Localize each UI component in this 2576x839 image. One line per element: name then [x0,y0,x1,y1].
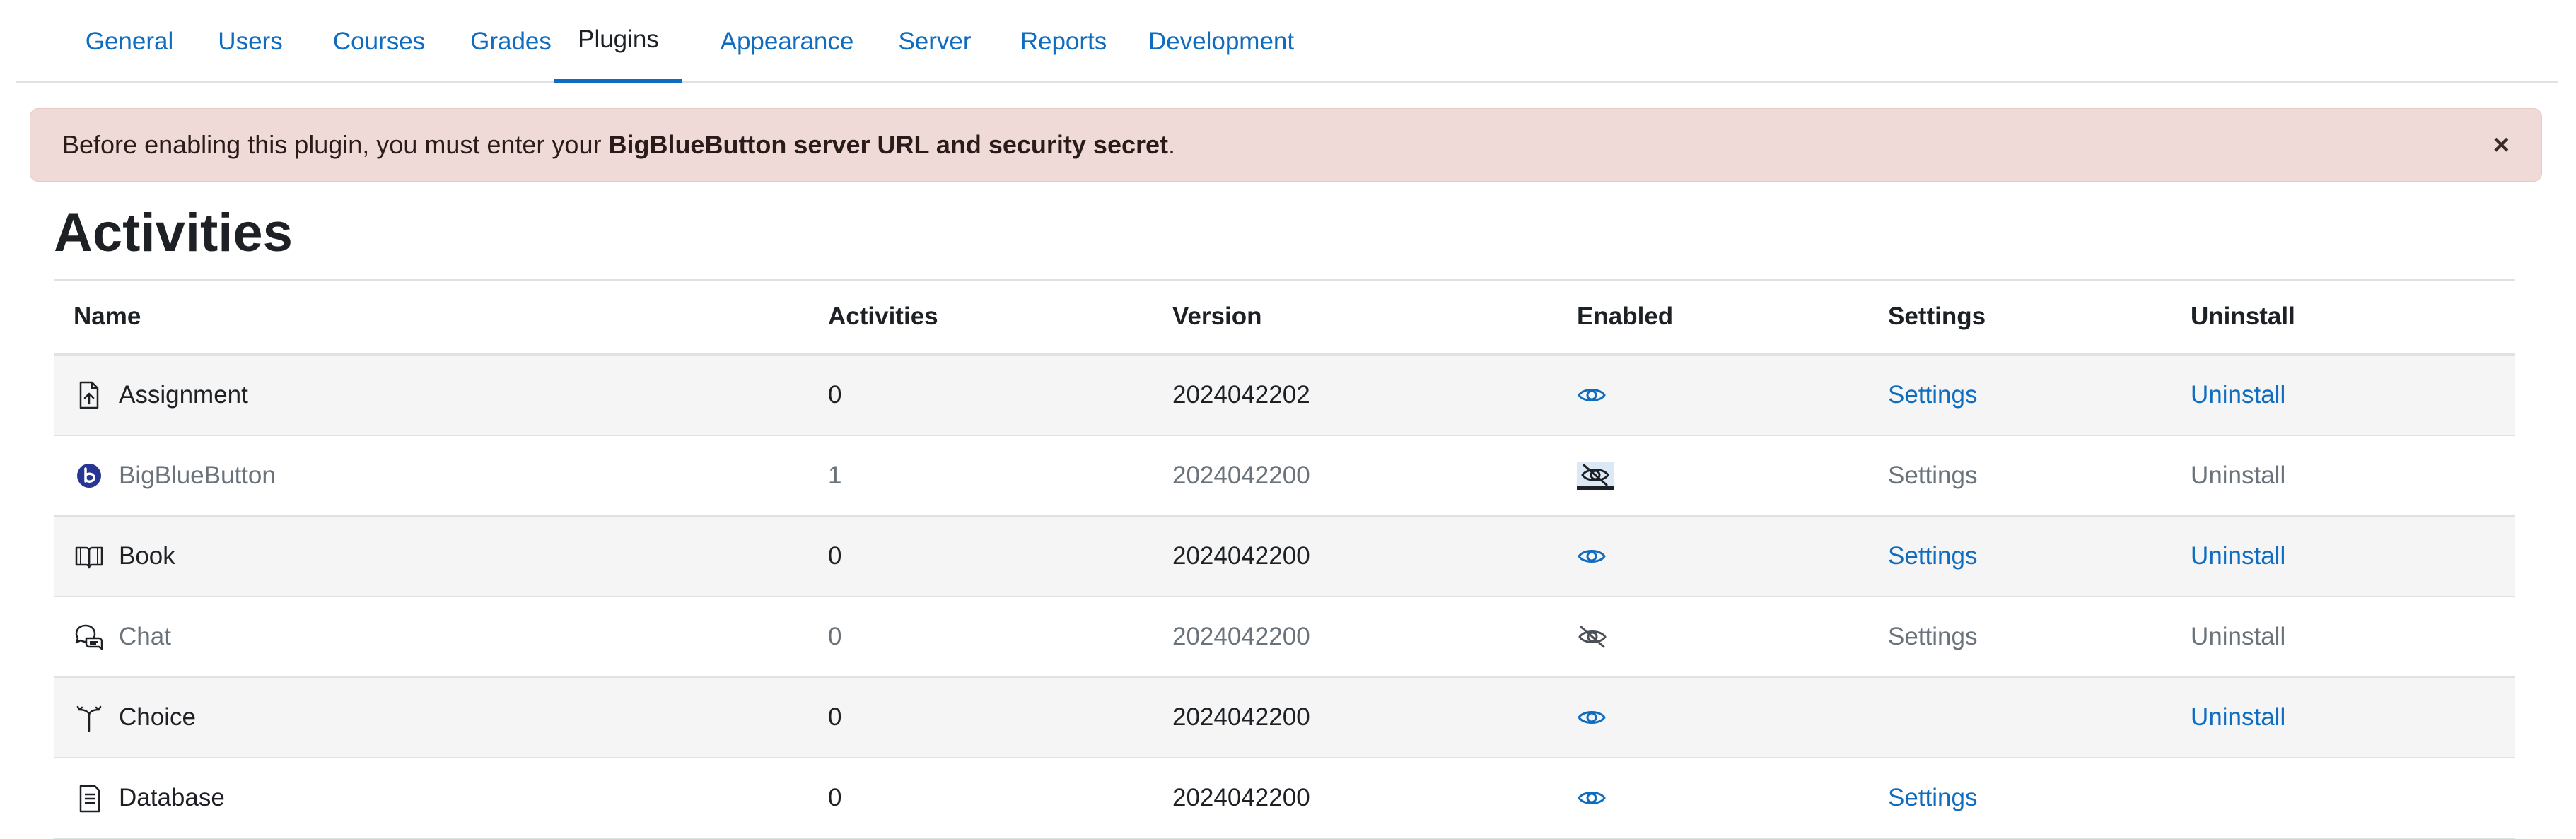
settings-link[interactable]: Settings [1888,356,1977,435]
tab-users[interactable]: Users [211,0,290,83]
plugin-name: Book [119,542,175,570]
admin-plugins-page: General Users Courses Grades Plugins App… [0,0,2576,839]
uninstall-link[interactable]: Uninstall [2191,356,2285,435]
uninstall-link[interactable]: Uninstall [2191,436,2285,515]
tab-grades[interactable]: Grades [456,0,566,83]
header-enabled: Enabled [1577,303,1674,330]
table-header: Name Activities Version Enabled Settings… [54,281,2515,356]
assignment-icon [74,380,105,411]
settings-link[interactable]: Settings [1888,436,1977,515]
header-uninstall: Uninstall [2191,303,2295,330]
activities-count: 1 [828,462,842,489]
version: 2024042200 [1172,542,1310,570]
settings-link[interactable]: Settings [1888,517,1977,596]
version: 2024042200 [1172,623,1310,650]
tab-general[interactable]: General [79,0,180,83]
database-icon [74,782,105,814]
activities-count: 0 [828,542,842,570]
uninstall-link[interactable]: Uninstall [2191,597,2285,676]
version: 2024042200 [1172,462,1310,489]
admin-tabs: General Users Courses Grades Plugins App… [16,0,2558,83]
header-activities[interactable]: Activities [828,281,938,353]
eye-icon[interactable] [1577,787,1607,809]
header-name[interactable]: Name [74,281,141,353]
header-version: Version [1172,303,1262,330]
tab-development[interactable]: Development [1131,0,1312,83]
plugins-table: Name Activities Version Enabled Settings… [54,281,2515,839]
table-row: Database 0 2024042200 Settings [54,758,2515,839]
plugin-name: Assignment [119,381,248,409]
table-row: Assignment 0 2024042202 Settings Uninsta… [54,356,2515,436]
eye-icon[interactable] [1577,546,1607,567]
tab-server[interactable]: Server [882,0,988,83]
alert-text: Before enabling this plugin, you must en… [62,130,1176,159]
bigbluebutton-icon [74,460,105,491]
settings-link[interactable]: Settings [1888,758,1977,838]
tab-appearance[interactable]: Appearance [701,0,873,83]
tab-plugins[interactable]: Plugins [554,0,682,83]
table-row: Book 0 2024042200 Settings Uninstall [54,517,2515,597]
chat-icon [74,621,105,652]
activities-count: 0 [828,784,842,811]
eye-slash-icon[interactable] [1577,462,1614,490]
eye-icon[interactable] [1577,707,1607,728]
header-settings: Settings [1888,303,1986,330]
alert-bold-text: BigBlueButton server URL and security se… [608,130,1169,159]
version: 2024042200 [1172,784,1310,811]
version: 2024042202 [1172,381,1310,409]
eye-icon[interactable] [1577,385,1607,406]
uninstall-link[interactable]: Uninstall [2191,517,2285,596]
uninstall-link[interactable]: Uninstall [2191,678,2285,757]
tab-courses[interactable]: Courses [321,0,437,83]
page-title: Activities [54,203,293,263]
bigbluebutton-alert: Before enabling this plugin, you must en… [30,108,2542,182]
plugin-name: Chat [119,623,171,650]
table-row: Choice 0 2024042200 Uninstall [54,678,2515,758]
eye-slash-icon[interactable] [1577,626,1608,648]
choice-icon [74,702,105,733]
plugin-name: Choice [119,703,196,731]
table-row: Chat 0 2024042200 Settings Uninstall [54,597,2515,678]
table-row: BigBlueButton 1 2024042200 Settings Unin… [54,436,2515,517]
plugin-name: Database [119,784,225,811]
settings-link[interactable]: Settings [1888,597,1977,676]
tab-reports[interactable]: Reports [1001,0,1126,83]
activities-count: 0 [828,623,842,650]
book-icon [74,541,105,572]
activities-count: 0 [828,703,842,731]
version: 2024042200 [1172,703,1310,731]
close-icon[interactable]: × [2493,131,2510,159]
plugin-name: BigBlueButton [119,462,276,489]
activities-count: 0 [828,381,842,409]
